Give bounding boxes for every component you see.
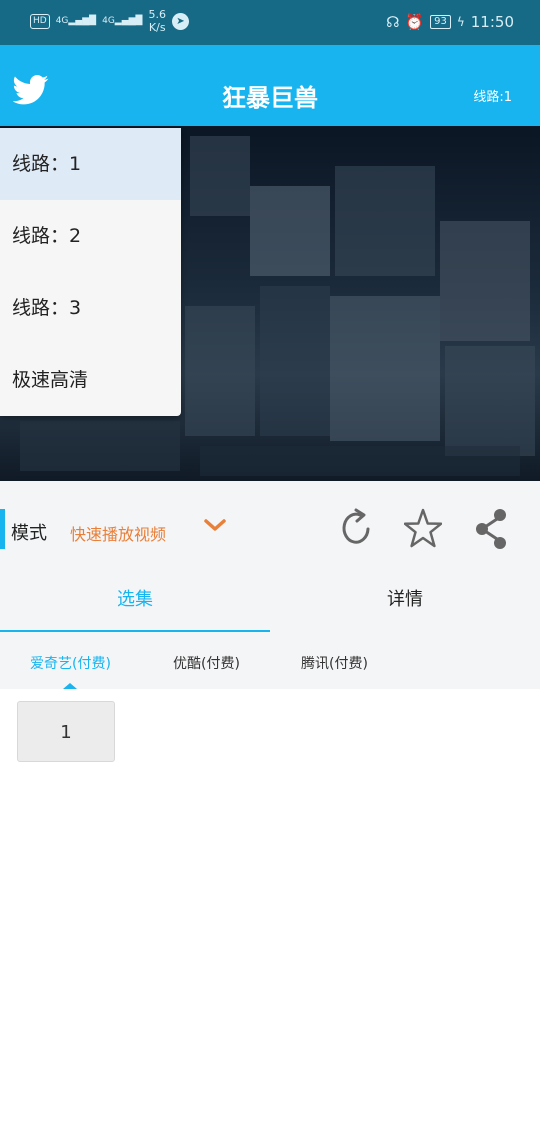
hd-icon: HD <box>30 13 50 29</box>
charging-icon: ϟ <box>456 15 465 29</box>
poster-tile <box>250 186 330 276</box>
data-saver-icon: ➤ <box>171 12 189 30</box>
line-selector[interactable]: 线路:1 <box>473 86 512 105</box>
source-indicator-caret <box>63 683 77 689</box>
app-bar: 狂暴巨兽 线路:1 <box>0 45 540 126</box>
chevron-down-icon[interactable] <box>203 517 227 533</box>
tab-bar: 选集 详情 <box>0 578 540 632</box>
battery-icon: 93 <box>430 15 451 29</box>
headphone-icon: ☊ <box>386 13 400 31</box>
tab-episodes[interactable]: 选集 <box>0 578 270 632</box>
poster-tile <box>185 306 255 436</box>
tab-details[interactable]: 详情 <box>270 578 540 632</box>
clock: 11:50 <box>470 13 514 31</box>
menu-item-line-1[interactable]: 线路：1 <box>0 128 181 200</box>
poster-tile <box>445 346 535 456</box>
poster-tile <box>20 421 180 471</box>
menu-item-line-2[interactable]: 线路：2 <box>0 200 181 272</box>
source-tab-iqiyi[interactable]: 爱奇艺(付费) <box>30 653 111 673</box>
poster-tile <box>440 221 530 341</box>
episode-button[interactable]: 1 <box>17 701 115 762</box>
alarm-icon: ⏰ <box>405 13 425 31</box>
mode-value[interactable]: 快速播放视频 <box>70 521 166 545</box>
network-speed: 5.6 K/s <box>148 8 166 34</box>
page-title: 狂暴巨兽 <box>222 84 318 112</box>
poster-tile <box>335 166 435 276</box>
status-left: HD 4G▂▄▆█ 4G▂▄▆█ 5.6 K/s ➤ <box>30 8 189 34</box>
share-icon[interactable] <box>474 507 508 551</box>
refresh-icon[interactable] <box>338 507 374 551</box>
signal-icon-1: 4G▂▄▆█ <box>55 16 97 26</box>
star-icon[interactable] <box>404 507 442 551</box>
menu-item-hd[interactable]: 极速高清 <box>0 344 181 416</box>
source-tab-tencent[interactable]: 腾讯(付费) <box>301 653 368 673</box>
mode-label: 模式 <box>11 523 47 544</box>
status-bar: HD 4G▂▄▆█ 4G▂▄▆█ 5.6 K/s ➤ ☊ ⏰ 93 ϟ 11:50 <box>0 0 540 45</box>
mode-accent-bar <box>0 509 5 549</box>
signal-icon-2: 4G▂▄▆█ <box>102 16 143 26</box>
menu-item-line-3[interactable]: 线路：3 <box>0 272 181 344</box>
source-tab-youku[interactable]: 优酷(付费) <box>173 653 240 673</box>
status-right: ☊ ⏰ 93 ϟ 11:50 <box>386 13 514 31</box>
poster-tile <box>200 446 520 476</box>
poster-tile <box>190 136 250 216</box>
poster-tile <box>330 296 440 441</box>
mode-row: 模式 快速播放视频 <box>0 481 540 578</box>
source-tabs: 爱奇艺(付费) 优酷(付费) 腾讯(付费) <box>0 632 540 689</box>
line-dropdown-menu: 线路：1 线路：2 线路：3 极速高清 <box>0 128 181 416</box>
poster-tile <box>260 286 330 436</box>
